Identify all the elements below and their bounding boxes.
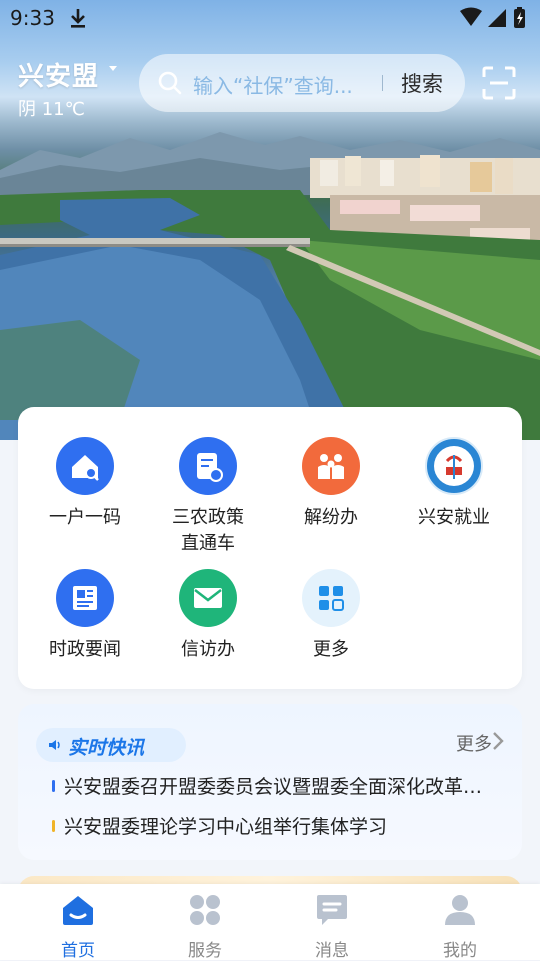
service-label: 一户一码 (49, 507, 121, 528)
scan-icon[interactable] (482, 66, 516, 100)
service-label: 时政要闻 (49, 639, 121, 660)
wifi-icon (460, 7, 482, 26)
status-bar: 9:33 (0, 0, 540, 36)
search-button[interactable]: 搜索 (401, 68, 443, 98)
news-tag: 实时快讯 (36, 728, 186, 762)
service-more[interactable]: 更多 (269, 569, 393, 663)
service-shizhengyaowen[interactable]: 时政要闻 (23, 569, 147, 663)
speaker-icon (49, 740, 60, 750)
bottom-tab-bar: 首页 服务 消息 我的 (0, 884, 540, 961)
service-label: 解纷办 (304, 507, 358, 528)
location-selector[interactable]: 兴安盟 阴 11℃ (18, 56, 118, 121)
news-item[interactable]: 兴安盟委召开盟委委员会议暨盟委全面深化改革委员会会议 (64, 772, 484, 799)
service-yihuyima[interactable]: 一户一码 (23, 437, 147, 531)
service-jiefenban[interactable]: 解纷办 (269, 437, 393, 531)
services-card: 一户一码 三农政策 直通车 解纷办 兴安就业 时政要闻 信访办 更多 (18, 407, 522, 689)
news-more-link[interactable]: 更多 (456, 730, 492, 756)
message-icon (317, 895, 347, 925)
service-xinfangban[interactable]: 信访办 (146, 569, 270, 663)
download-icon (71, 9, 85, 28)
grid-icon (302, 569, 360, 627)
service-label: 信访办 (181, 639, 235, 660)
search-input[interactable]: 输入“社保”查询... (193, 70, 373, 99)
news-bullet (52, 820, 55, 832)
search-icon (158, 71, 182, 95)
status-time: 9:33 (10, 6, 55, 30)
news-ticker-card: 实时快讯 更多 兴安盟委召开盟委委员会议暨盟委全面深化改革委员会会议 兴安盟委理… (18, 704, 522, 860)
caret-down-icon (109, 66, 118, 71)
service-xinganjiuye[interactable]: 兴安就业 (392, 437, 516, 531)
tab-home[interactable]: 首页 (38, 892, 118, 961)
profile-icon (445, 895, 475, 925)
news-bullet (52, 780, 55, 792)
newspaper-icon (56, 569, 114, 627)
tab-services[interactable]: 服务 (165, 892, 245, 961)
service-label: 兴安就业 (418, 507, 490, 528)
news-title: 实时快讯 (68, 737, 145, 759)
cell-signal-icon (488, 9, 506, 27)
employment-logo-icon (425, 437, 483, 495)
city-name: 兴安盟 (18, 62, 100, 92)
house-search-icon (56, 437, 114, 495)
signal-battery-icons (460, 7, 525, 28)
weather-text: 阴 11℃ (18, 99, 85, 120)
tab-profile[interactable]: 我的 (420, 892, 500, 961)
home-icon (63, 896, 93, 925)
tab-label: 我的 (443, 941, 477, 961)
service-sannong[interactable]: 三农政策 直通车 (146, 437, 270, 557)
service-label: 三农政策 直通车 (172, 507, 244, 554)
mail-icon (179, 569, 237, 627)
tab-label: 消息 (315, 941, 349, 961)
service-label: 更多 (313, 639, 349, 660)
document-pen-icon (179, 437, 237, 495)
tab-label: 服务 (188, 941, 222, 961)
chevron-right-icon[interactable] (492, 731, 504, 751)
services-icon (190, 895, 220, 925)
search-divider (382, 75, 383, 91)
tab-label: 首页 (61, 941, 95, 961)
search-bar[interactable]: 输入“社保”查询... 搜索 (139, 54, 465, 112)
news-item[interactable]: 兴安盟委理论学习中心组举行集体学习 (64, 812, 484, 839)
tab-messages[interactable]: 消息 (292, 892, 372, 961)
people-icon (302, 437, 360, 495)
